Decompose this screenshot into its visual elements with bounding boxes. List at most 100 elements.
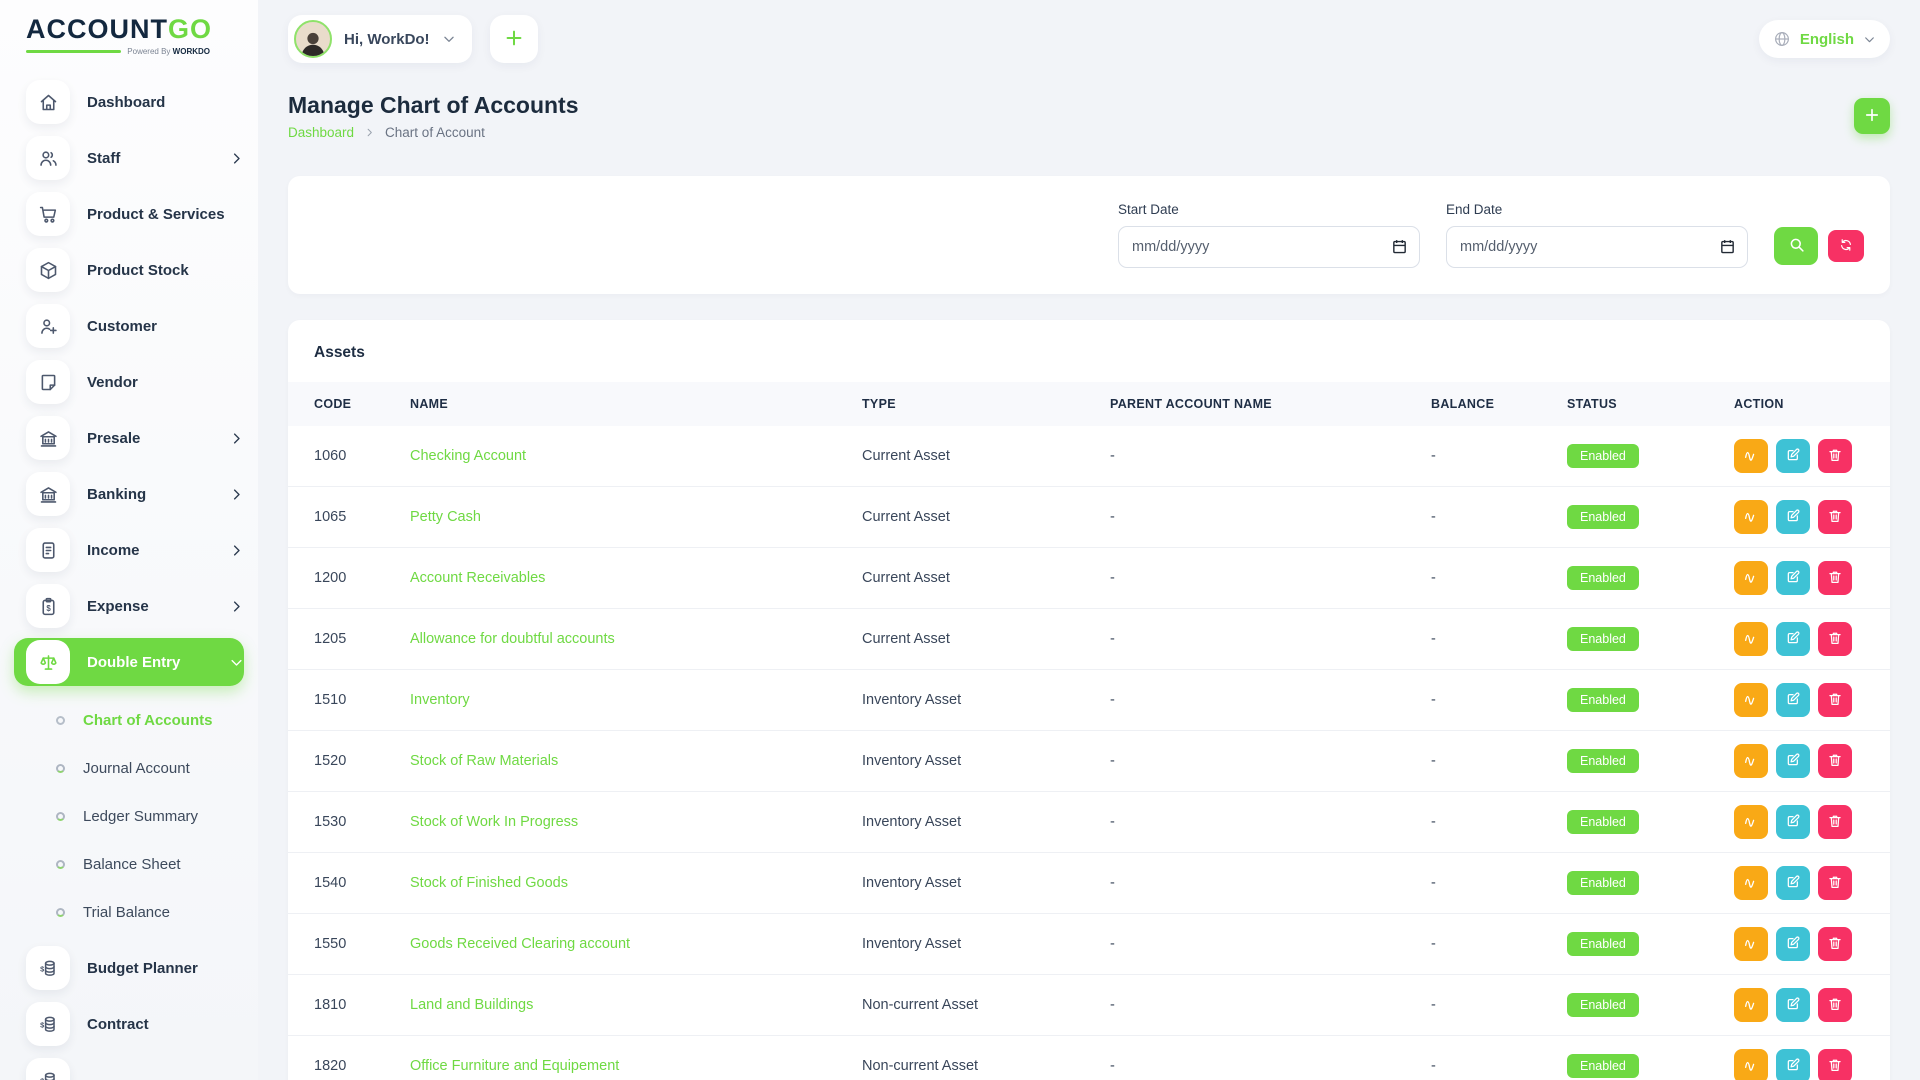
- trash-icon: [1827, 630, 1843, 649]
- cell-type: Current Asset: [850, 426, 1098, 487]
- edit-button[interactable]: [1776, 744, 1810, 778]
- cell-balance: -: [1419, 853, 1555, 914]
- trash-icon: [1827, 996, 1843, 1015]
- table-row: 1810 Land and Buildings Non-current Asse…: [288, 975, 1890, 1036]
- sidebar-item-income[interactable]: Income: [0, 526, 244, 574]
- start-date-input[interactable]: [1118, 226, 1420, 268]
- create-account-button[interactable]: [1854, 98, 1890, 134]
- edit-icon: [1785, 935, 1801, 954]
- ledger-button[interactable]: [1734, 744, 1768, 778]
- ledger-button[interactable]: [1734, 927, 1768, 961]
- coins-icon: [26, 1002, 70, 1046]
- edit-button[interactable]: [1776, 439, 1810, 473]
- edit-button[interactable]: [1776, 500, 1810, 534]
- cell-balance: -: [1419, 426, 1555, 487]
- search-button[interactable]: [1774, 227, 1818, 265]
- edit-icon: [1785, 752, 1801, 771]
- account-name-link[interactable]: Stock of Work In Progress: [410, 814, 578, 830]
- edit-button[interactable]: [1776, 561, 1810, 595]
- breadcrumb-dashboard-link[interactable]: Dashboard: [288, 125, 354, 140]
- delete-button[interactable]: [1818, 927, 1852, 961]
- cell-type: Current Asset: [850, 609, 1098, 670]
- ledger-button[interactable]: [1734, 622, 1768, 656]
- trash-icon: [1827, 935, 1843, 954]
- account-name-link[interactable]: Allowance for doubtful accounts: [410, 631, 615, 647]
- quick-add-button[interactable]: [490, 15, 538, 63]
- sidebar-item-presale[interactable]: Presale: [0, 414, 244, 462]
- delete-button[interactable]: [1818, 439, 1852, 473]
- sidebar-item-banking[interactable]: Banking: [0, 470, 244, 518]
- ledger-button[interactable]: [1734, 561, 1768, 595]
- edit-button[interactable]: [1776, 622, 1810, 656]
- account-name-link[interactable]: Land and Buildings: [410, 997, 533, 1013]
- sidebar-item-partial[interactable]: [0, 1056, 244, 1080]
- sidebar-item-contract[interactable]: Contract: [0, 1000, 244, 1048]
- trash-icon: [1827, 1057, 1843, 1076]
- sidebar-item-double-entry[interactable]: Double Entry: [14, 638, 244, 686]
- edit-button[interactable]: [1776, 866, 1810, 900]
- ledger-button[interactable]: [1734, 866, 1768, 900]
- sidebar-item-journal-account[interactable]: Journal Account: [0, 748, 258, 788]
- ledger-button[interactable]: [1734, 500, 1768, 534]
- ledger-button[interactable]: [1734, 439, 1768, 473]
- status-badge: Enabled: [1567, 993, 1639, 1018]
- sidebar-item-expense[interactable]: Expense: [0, 582, 244, 630]
- user-menu[interactable]: Hi, WorkDo!: [288, 15, 472, 63]
- reset-button[interactable]: [1828, 230, 1864, 262]
- sidebar-item-staff[interactable]: Staff: [0, 134, 244, 182]
- sidebar-item-budget-planner[interactable]: Budget Planner: [0, 944, 244, 992]
- sidebar-item-ledger-summary[interactable]: Ledger Summary: [0, 796, 258, 836]
- table-row: 1550 Goods Received Clearing account Inv…: [288, 914, 1890, 975]
- account-name-link[interactable]: Checking Account: [410, 448, 526, 464]
- ledger-button[interactable]: [1734, 1049, 1768, 1080]
- account-name-link[interactable]: Petty Cash: [410, 509, 481, 525]
- trash-icon: [1827, 447, 1843, 466]
- delete-button[interactable]: [1818, 561, 1852, 595]
- account-name-link[interactable]: Stock of Raw Materials: [410, 753, 558, 769]
- sidebar-item-customer[interactable]: Customer: [0, 302, 244, 350]
- sidebar-item-product-stock[interactable]: Product Stock: [0, 246, 244, 294]
- edit-button[interactable]: [1776, 805, 1810, 839]
- edit-button[interactable]: [1776, 683, 1810, 717]
- sidebar-item-balance-sheet[interactable]: Balance Sheet: [0, 844, 258, 884]
- brand-logo[interactable]: ACCOUNTGO Powered By WORKDO: [0, 0, 210, 56]
- sidebar-item-vendor[interactable]: Vendor: [0, 358, 244, 406]
- cell-code: 1550: [288, 914, 398, 975]
- sidebar-item-chart-of-accounts[interactable]: Chart of Accounts: [0, 700, 258, 740]
- brand-tagline: Powered By WORKDO: [26, 47, 210, 56]
- account-name-link[interactable]: Office Furniture and Equipement: [410, 1058, 619, 1074]
- sidebar-item-product-services[interactable]: Product & Services: [0, 190, 244, 238]
- sidebar-item-trial-balance[interactable]: Trial Balance: [0, 892, 258, 932]
- delete-button[interactable]: [1818, 622, 1852, 656]
- edit-button[interactable]: [1776, 927, 1810, 961]
- table-row: 1065 Petty Cash Current Asset - - Enable…: [288, 487, 1890, 548]
- delete-button[interactable]: [1818, 988, 1852, 1022]
- delete-button[interactable]: [1818, 744, 1852, 778]
- edit-icon: [1785, 1057, 1801, 1076]
- delete-button[interactable]: [1818, 805, 1852, 839]
- ledger-button[interactable]: [1734, 805, 1768, 839]
- sidebar-item-dashboard[interactable]: Dashboard: [0, 78, 244, 126]
- cell-balance: -: [1419, 731, 1555, 792]
- cell-parent: -: [1098, 548, 1419, 609]
- account-name-link[interactable]: Goods Received Clearing account: [410, 936, 630, 952]
- delete-button[interactable]: [1818, 1049, 1852, 1080]
- account-name-link[interactable]: Stock of Finished Goods: [410, 875, 568, 891]
- language-selector[interactable]: English: [1759, 20, 1890, 58]
- edit-button[interactable]: [1776, 1049, 1810, 1080]
- ledger-button[interactable]: [1734, 988, 1768, 1022]
- delete-button[interactable]: [1818, 683, 1852, 717]
- account-name-link[interactable]: Account Receivables: [410, 570, 545, 586]
- status-badge: Enabled: [1567, 688, 1639, 713]
- account-name-link[interactable]: Inventory: [410, 692, 470, 708]
- edit-button[interactable]: [1776, 988, 1810, 1022]
- main-content: Hi, WorkDo! English Manage Chart of Acco…: [258, 0, 1920, 1080]
- end-date-input[interactable]: [1446, 226, 1748, 268]
- delete-button[interactable]: [1818, 866, 1852, 900]
- ledger-button[interactable]: [1734, 683, 1768, 717]
- trash-icon: [1827, 813, 1843, 832]
- trash-icon: [1827, 569, 1843, 588]
- col-name: NAME: [398, 382, 850, 426]
- status-badge: Enabled: [1567, 1054, 1639, 1079]
- delete-button[interactable]: [1818, 500, 1852, 534]
